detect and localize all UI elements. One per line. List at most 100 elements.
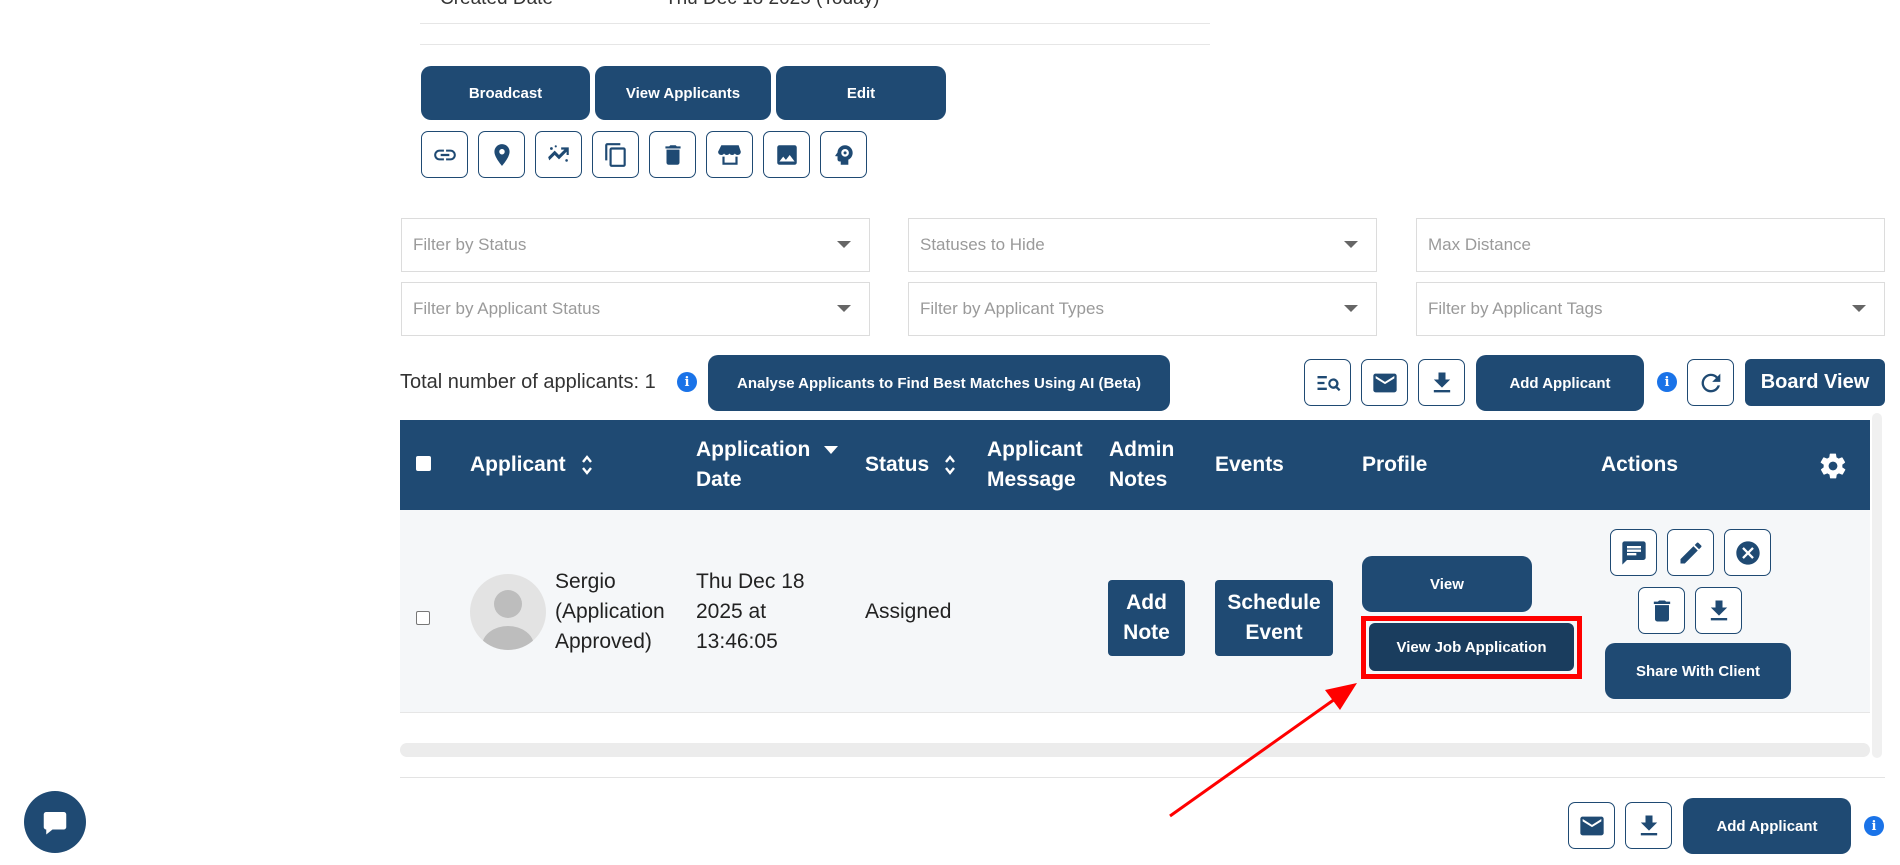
share-with-client-button[interactable]: Share With Client	[1605, 643, 1791, 699]
application-date: Thu Dec 18 2025 at 13:46:05	[696, 567, 805, 657]
filter-by-applicant-status-select[interactable]: Filter by Applicant Status	[401, 282, 870, 336]
filter-by-applicant-status-placeholder: Filter by Applicant Status	[413, 299, 601, 318]
trash-icon	[1653, 600, 1670, 621]
broadcast-button[interactable]: Broadcast	[421, 66, 590, 120]
created-date-label: Created Date	[440, 0, 553, 10]
delete-applicant-button[interactable]	[1638, 587, 1685, 634]
user-avatar-icon	[482, 590, 534, 650]
add-note-button[interactable]: Add Note	[1108, 580, 1185, 656]
chat-launcher-button[interactable]	[24, 791, 86, 853]
select-all-checkbox[interactable]	[416, 456, 431, 471]
filter-by-applicant-types-placeholder: Filter by Applicant Types	[920, 299, 1104, 318]
trash-icon[interactable]	[649, 131, 696, 178]
schedule-event-label-1: Schedule	[1227, 591, 1321, 614]
board-view-button[interactable]: Board View	[1745, 359, 1885, 406]
created-date-value: Thu Dec 18 2025 (Today)	[665, 0, 879, 10]
application-date-line-1: Thu Dec 18	[696, 570, 805, 593]
applicant-name-line-3: Approved)	[555, 630, 652, 653]
applicant-name[interactable]: Sergio (Application Approved)	[555, 567, 665, 657]
link-icon[interactable]	[421, 131, 468, 178]
status-value: Assigned	[865, 600, 952, 623]
chat-icon	[1621, 540, 1646, 565]
avatar	[470, 574, 546, 650]
column-actions: Actions	[1601, 453, 1679, 476]
copy-icon[interactable]	[592, 131, 639, 178]
info-icon[interactable]: i	[1657, 372, 1677, 392]
download-icon	[1710, 600, 1727, 620]
vertical-scrollbar[interactable]	[1872, 413, 1882, 758]
schedule-event-button[interactable]: Schedule Event	[1215, 580, 1333, 656]
download-applicant-button[interactable]	[1695, 587, 1742, 634]
edit-applicant-button[interactable]	[1667, 529, 1714, 576]
view-profile-button[interactable]: View	[1362, 556, 1532, 612]
column-applicant-message: Applicant Message	[987, 435, 1083, 495]
sort-icon	[581, 455, 592, 476]
view-applicants-button[interactable]: View Applicants	[595, 66, 771, 120]
filter-by-applicant-tags-select[interactable]: Filter by Applicant Tags	[1416, 282, 1885, 336]
refresh-icon	[1701, 373, 1720, 392]
download-applicants-button[interactable]	[1418, 359, 1465, 406]
add-note-label-1: Add	[1126, 591, 1167, 614]
email-applicants-button[interactable]	[1361, 359, 1408, 406]
column-application-date-label-2: Date	[696, 468, 742, 491]
analytics-icon[interactable]	[535, 131, 582, 178]
add-note-label-2: Note	[1123, 621, 1170, 644]
add-applicant-button[interactable]: Add Applicant	[1476, 355, 1644, 411]
add-applicant-bottom-button[interactable]: Add Applicant	[1683, 798, 1851, 854]
email-icon	[1579, 816, 1604, 835]
applicant-name-line-2: (Application	[555, 600, 665, 623]
column-applicant-label: Applicant	[470, 453, 566, 476]
reject-applicant-button[interactable]	[1724, 529, 1771, 576]
table-header: Applicant Application Date Status Applic…	[400, 420, 1870, 510]
info-icon[interactable]: i	[1864, 816, 1884, 836]
pencil-icon	[1680, 542, 1701, 563]
column-status[interactable]: Status	[865, 450, 957, 480]
filter-by-status-select[interactable]: Filter by Status	[401, 218, 870, 272]
ai-brain-icon[interactable]	[820, 131, 867, 178]
column-status-label: Status	[865, 453, 930, 476]
chevron-down-icon	[1852, 305, 1866, 312]
application-date-line-2: 2025 at	[696, 600, 767, 623]
email-applicants-bottom-button[interactable]	[1568, 802, 1615, 849]
column-admin-notes-label-2: Notes	[1109, 468, 1168, 491]
close-circle-icon	[1735, 540, 1760, 565]
search-applicants-button[interactable]	[1304, 359, 1351, 406]
statuses-to-hide-placeholder: Statuses to Hide	[920, 235, 1045, 254]
row-checkbox[interactable]	[416, 611, 430, 625]
analyse-applicants-ai-button[interactable]: Analyse Applicants to Find Best Matches …	[708, 355, 1170, 411]
horizontal-scrollbar[interactable]	[400, 743, 1870, 757]
schedule-event-label-2: Event	[1245, 621, 1303, 644]
download-icon	[1640, 815, 1657, 835]
column-application-date[interactable]: Application Date	[696, 435, 839, 495]
chevron-down-icon	[1344, 241, 1358, 248]
statuses-to-hide-select[interactable]: Statuses to Hide	[908, 218, 1377, 272]
column-profile: Profile	[1362, 453, 1428, 476]
max-distance-input[interactable]: Max Distance	[1416, 218, 1885, 272]
applicant-name-line-1: Sergio	[555, 570, 616, 593]
download-applicants-bottom-button[interactable]	[1625, 802, 1672, 849]
column-admin-notes: Admin Notes	[1109, 435, 1174, 495]
filter-by-status-placeholder: Filter by Status	[413, 235, 527, 254]
image-icon[interactable]	[763, 131, 810, 178]
refresh-button[interactable]	[1687, 359, 1734, 406]
store-icon[interactable]	[706, 131, 753, 178]
divider	[420, 44, 1210, 45]
chevron-down-icon	[837, 305, 851, 312]
column-applicant-message-label-2: Message	[987, 468, 1076, 491]
column-admin-notes-label-1: Admin	[1109, 438, 1175, 461]
filter-by-applicant-types-select[interactable]: Filter by Applicant Types	[908, 282, 1377, 336]
column-application-date-label: Application	[696, 438, 811, 461]
message-button[interactable]	[1610, 529, 1657, 576]
view-job-application-button[interactable]: View Job Application	[1369, 623, 1574, 671]
chevron-down-icon	[837, 241, 851, 248]
search-list-icon	[1317, 375, 1340, 391]
column-events: Events	[1215, 453, 1284, 476]
edit-button[interactable]: Edit	[776, 66, 946, 120]
location-pin-icon[interactable]	[478, 131, 525, 178]
created-date-row: Created Date Thu Dec 18 2025 (Today)	[420, 0, 1210, 24]
column-applicant[interactable]: Applicant	[470, 450, 594, 480]
gear-icon[interactable]	[1818, 451, 1848, 481]
info-icon[interactable]: i	[677, 372, 697, 392]
application-date-line-3: 13:46:05	[696, 630, 778, 653]
max-distance-placeholder: Max Distance	[1428, 235, 1531, 254]
